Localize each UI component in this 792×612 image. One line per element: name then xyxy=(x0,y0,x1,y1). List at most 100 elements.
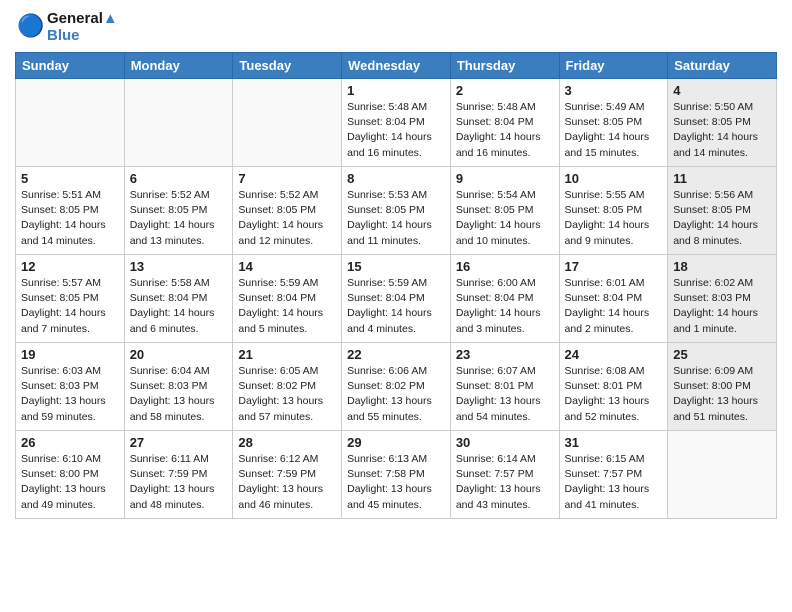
day-number: 19 xyxy=(21,347,119,362)
day-info: Sunrise: 6:04 AM Sunset: 8:03 PM Dayligh… xyxy=(130,364,228,425)
calendar-cell: 2Sunrise: 5:48 AM Sunset: 8:04 PM Daylig… xyxy=(450,79,559,167)
day-info: Sunrise: 5:48 AM Sunset: 8:04 PM Dayligh… xyxy=(347,100,445,161)
day-number: 17 xyxy=(565,259,663,274)
weekday-header-row: SundayMondayTuesdayWednesdayThursdayFrid… xyxy=(16,53,777,79)
day-number: 21 xyxy=(238,347,336,362)
day-number: 16 xyxy=(456,259,554,274)
day-number: 9 xyxy=(456,171,554,186)
calendar-cell: 9 Sunrise: 5:54 AM Sunset: 8:05 PM Daylig… xyxy=(450,167,559,255)
calendar-cell: 30Sunrise: 6:14 AM Sunset: 7:57 PM Dayli… xyxy=(450,431,559,519)
calendar-cell: 21 Sunrise: 6:05 AM Sunset: 8:02 PM Dayli… xyxy=(233,343,342,431)
day-number: 27 xyxy=(130,435,228,450)
day-number: 8 xyxy=(347,171,445,186)
day-info: Sunrise: 6:02 AM Sunset: 8:03 PM Dayligh… xyxy=(673,276,771,337)
day-info: Sunrise: 5:49 AM Sunset: 8:05 PM Dayligh… xyxy=(565,100,663,161)
calendar-week-3: 12Sunrise: 5:57 AM Sunset: 8:05 PM Dayli… xyxy=(16,255,777,343)
calendar-cell: 25 Sunrise: 6:09 AM Sunset: 8:00 PM Dayli… xyxy=(668,343,777,431)
logo: 🔵 General▲ Blue xyxy=(15,10,118,44)
day-info: Sunrise: 5:57 AM Sunset: 8:05 PM Dayligh… xyxy=(21,276,119,337)
calendar-cell: 16 Sunrise: 6:00 AM Sunset: 8:04 PM Dayli… xyxy=(450,255,559,343)
day-info: Sunrise: 6:03 AM Sunset: 8:03 PM Dayligh… xyxy=(21,364,119,425)
day-info: Sunrise: 5:50 AM Sunset: 8:05 PM Dayligh… xyxy=(673,100,771,161)
day-number: 10 xyxy=(565,171,663,186)
calendar-cell: 31 Sunrise: 6:15 AM Sunset: 7:57 PM Dayli… xyxy=(559,431,668,519)
calendar-cell: 7 Sunrise: 5:52 AM Sunset: 8:05 PM Daylig… xyxy=(233,167,342,255)
weekday-header-wednesday: Wednesday xyxy=(342,53,451,79)
day-number: 22 xyxy=(347,347,445,362)
day-number: 3 xyxy=(565,83,663,98)
day-number: 6 xyxy=(130,171,228,186)
day-info: Sunrise: 6:08 AM Sunset: 8:01 PM Dayligh… xyxy=(565,364,663,425)
day-number: 30 xyxy=(456,435,554,450)
calendar-cell: 4 Sunrise: 5:50 AM Sunset: 8:05 PM Daylig… xyxy=(668,79,777,167)
calendar-cell: 28 Sunrise: 6:12 AM Sunset: 7:59 PM Dayli… xyxy=(233,431,342,519)
day-info: Sunrise: 5:51 AM Sunset: 8:05 PM Dayligh… xyxy=(21,188,119,249)
calendar-cell: 8Sunrise: 5:53 AM Sunset: 8:05 PM Daylig… xyxy=(342,167,451,255)
day-info: Sunrise: 5:59 AM Sunset: 8:04 PM Dayligh… xyxy=(347,276,445,337)
day-info: Sunrise: 6:00 AM Sunset: 8:04 PM Dayligh… xyxy=(456,276,554,337)
day-number: 25 xyxy=(673,347,771,362)
day-number: 5 xyxy=(21,171,119,186)
calendar-table: SundayMondayTuesdayWednesdayThursdayFrid… xyxy=(15,52,777,519)
calendar-cell: 24 Sunrise: 6:08 AM Sunset: 8:01 PM Dayli… xyxy=(559,343,668,431)
calendar-cell: 1 Sunrise: 5:48 AM Sunset: 8:04 PM Daylig… xyxy=(342,79,451,167)
day-number: 26 xyxy=(21,435,119,450)
calendar-week-2: 5 Sunrise: 5:51 AM Sunset: 8:05 PM Daylig… xyxy=(16,167,777,255)
calendar-cell xyxy=(124,79,233,167)
day-number: 28 xyxy=(238,435,336,450)
day-number: 11 xyxy=(673,171,771,186)
calendar-cell: 5 Sunrise: 5:51 AM Sunset: 8:05 PM Daylig… xyxy=(16,167,125,255)
calendar-cell xyxy=(668,431,777,519)
weekday-header-tuesday: Tuesday xyxy=(233,53,342,79)
calendar-cell: 10Sunrise: 5:55 AM Sunset: 8:05 PM Dayli… xyxy=(559,167,668,255)
day-info: Sunrise: 6:07 AM Sunset: 8:01 PM Dayligh… xyxy=(456,364,554,425)
day-number: 24 xyxy=(565,347,663,362)
day-number: 14 xyxy=(238,259,336,274)
calendar-cell: 6 Sunrise: 5:52 AM Sunset: 8:05 PM Daylig… xyxy=(124,167,233,255)
weekday-header-saturday: Saturday xyxy=(668,53,777,79)
calendar-cell xyxy=(16,79,125,167)
day-number: 1 xyxy=(347,83,445,98)
day-number: 15 xyxy=(347,259,445,274)
calendar-cell: 29 Sunrise: 6:13 AM Sunset: 7:58 PM Dayli… xyxy=(342,431,451,519)
calendar-cell: 18 Sunrise: 6:02 AM Sunset: 8:03 PM Dayli… xyxy=(668,255,777,343)
day-info: Sunrise: 5:54 AM Sunset: 8:05 PM Dayligh… xyxy=(456,188,554,249)
day-info: Sunrise: 6:05 AM Sunset: 8:02 PM Dayligh… xyxy=(238,364,336,425)
day-info: Sunrise: 6:13 AM Sunset: 7:58 PM Dayligh… xyxy=(347,452,445,513)
svg-text:🔵: 🔵 xyxy=(17,13,43,38)
logo-icon: 🔵 xyxy=(15,13,43,41)
calendar-cell: 14Sunrise: 5:59 AM Sunset: 8:04 PM Dayli… xyxy=(233,255,342,343)
calendar-cell: 11Sunrise: 5:56 AM Sunset: 8:05 PM Dayli… xyxy=(668,167,777,255)
day-info: Sunrise: 5:58 AM Sunset: 8:04 PM Dayligh… xyxy=(130,276,228,337)
weekday-header-monday: Monday xyxy=(124,53,233,79)
day-number: 23 xyxy=(456,347,554,362)
calendar-cell: 12Sunrise: 5:57 AM Sunset: 8:05 PM Dayli… xyxy=(16,255,125,343)
day-number: 13 xyxy=(130,259,228,274)
weekday-header-friday: Friday xyxy=(559,53,668,79)
calendar-cell: 15 Sunrise: 5:59 AM Sunset: 8:04 PM Dayli… xyxy=(342,255,451,343)
day-info: Sunrise: 5:48 AM Sunset: 8:04 PM Dayligh… xyxy=(456,100,554,161)
day-number: 18 xyxy=(673,259,771,274)
day-info: Sunrise: 6:01 AM Sunset: 8:04 PM Dayligh… xyxy=(565,276,663,337)
day-number: 7 xyxy=(238,171,336,186)
day-info: Sunrise: 6:09 AM Sunset: 8:00 PM Dayligh… xyxy=(673,364,771,425)
day-info: Sunrise: 5:52 AM Sunset: 8:05 PM Dayligh… xyxy=(238,188,336,249)
day-info: Sunrise: 6:12 AM Sunset: 7:59 PM Dayligh… xyxy=(238,452,336,513)
day-number: 20 xyxy=(130,347,228,362)
day-number: 31 xyxy=(565,435,663,450)
calendar-week-5: 26 Sunrise: 6:10 AM Sunset: 8:00 PM Dayli… xyxy=(16,431,777,519)
day-number: 29 xyxy=(347,435,445,450)
calendar-cell: 3 Sunrise: 5:49 AM Sunset: 8:05 PM Daylig… xyxy=(559,79,668,167)
day-info: Sunrise: 6:15 AM Sunset: 7:57 PM Dayligh… xyxy=(565,452,663,513)
calendar-cell: 13 Sunrise: 5:58 AM Sunset: 8:04 PM Dayli… xyxy=(124,255,233,343)
calendar-week-4: 19 Sunrise: 6:03 AM Sunset: 8:03 PM Dayli… xyxy=(16,343,777,431)
calendar-cell: 17 Sunrise: 6:01 AM Sunset: 8:04 PM Dayli… xyxy=(559,255,668,343)
calendar-cell: 26 Sunrise: 6:10 AM Sunset: 8:00 PM Dayli… xyxy=(16,431,125,519)
day-number: 4 xyxy=(673,83,771,98)
calendar-cell: 23 Sunrise: 6:07 AM Sunset: 8:01 PM Dayli… xyxy=(450,343,559,431)
weekday-header-sunday: Sunday xyxy=(16,53,125,79)
day-info: Sunrise: 6:10 AM Sunset: 8:00 PM Dayligh… xyxy=(21,452,119,513)
calendar-cell: 19 Sunrise: 6:03 AM Sunset: 8:03 PM Dayli… xyxy=(16,343,125,431)
calendar-week-1: 1 Sunrise: 5:48 AM Sunset: 8:04 PM Daylig… xyxy=(16,79,777,167)
day-info: Sunrise: 5:52 AM Sunset: 8:05 PM Dayligh… xyxy=(130,188,228,249)
